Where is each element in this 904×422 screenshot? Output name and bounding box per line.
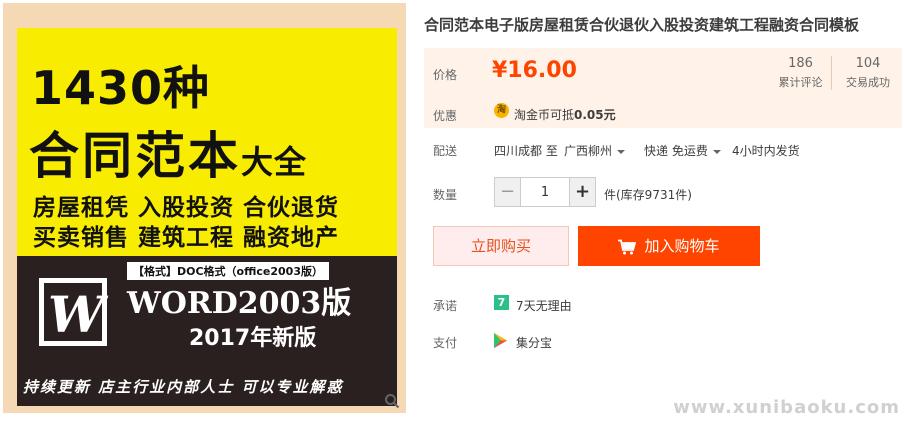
reviews-count: 186 <box>788 56 813 71</box>
product-poster: 1430种 合同范本大全 房屋租凭 入股投资 合伙退货 买卖销售 建筑工程 融资… <box>17 28 397 406</box>
payment-label: 支付 <box>433 336 458 350</box>
chevron-down-icon <box>617 149 626 154</box>
poster-main-title: 合同范本大全 <box>29 116 307 188</box>
promo-label: 优惠 <box>433 109 458 123</box>
sales-label: 交易成功 <box>846 76 890 89</box>
quantity-input[interactable] <box>522 178 568 206</box>
promo-amount: 0.05元 <box>574 108 616 122</box>
poster-edition: 2017年新版 <box>189 326 317 351</box>
destination-value: 广西柳州 <box>564 144 613 158</box>
word-logo-icon: W <box>39 278 107 346</box>
promise-text[interactable]: 7天无理由 <box>516 297 572 314</box>
sales-count: 104 <box>855 56 881 71</box>
poster-footer-slogan: 持续更新 店主行业内部人士 可以专业解惑 <box>23 378 344 396</box>
poster-count-title: 1430种 <box>31 61 211 115</box>
jifenbao-icon <box>494 333 507 348</box>
increase-quantity-button[interactable]: + <box>569 178 595 206</box>
sales-stat: 104 交易成功 <box>840 56 896 90</box>
seven-day-return-icon: 7 <box>494 295 509 310</box>
shipping-origin: 四川成都 至 <box>494 144 558 158</box>
shipping-method-value: 快递 免运费 <box>644 144 708 158</box>
decrease-quantity-button[interactable]: − <box>495 178 521 206</box>
promise-label: 承诺 <box>433 299 458 313</box>
poster-word-title: WORD2003版 <box>127 286 352 321</box>
quantity-stepper: − + <box>494 177 596 207</box>
shipping-method-dropdown[interactable]: 快递 免运费 <box>644 142 721 159</box>
reviews-stat[interactable]: 186 累计评论 <box>776 56 832 90</box>
stock-info: 件(库存9731件) <box>604 188 692 202</box>
poster-category-line-2: 买卖销售 建筑工程 融资地产 <box>33 225 340 251</box>
reviews-label: 累计评论 <box>778 76 823 89</box>
destination-dropdown[interactable]: 广西柳州 <box>564 142 626 159</box>
poster-category-line-1: 房屋租凭 入股投资 合伙退货 <box>33 195 340 221</box>
product-title: 合同范本电子版房屋租赁合伙退伙入股投资建筑工程融资合同模板 <box>424 16 860 34</box>
price-box: 价格 ¥16.00 186 累计评论 104 交易成功 优惠 淘 淘金币可抵0.… <box>424 48 902 128</box>
quantity-label: 数量 <box>433 188 458 202</box>
chevron-down-icon <box>712 149 721 154</box>
poster-main-title-suffix: 大全 <box>241 143 308 181</box>
payment-text: 集分宝 <box>516 336 553 350</box>
shipping-time: 4小时内发货 <box>732 144 800 158</box>
price-label: 价格 <box>433 68 458 82</box>
buy-now-button[interactable]: 立即购买 <box>433 226 569 266</box>
product-image-frame[interactable]: 1430种 合同范本大全 房屋租凭 入股投资 合伙退货 买卖销售 建筑工程 融资… <box>3 3 406 413</box>
search-icon[interactable] <box>384 393 400 409</box>
poster-main-title-text: 合同范本 <box>29 127 241 185</box>
promo-text-prefix: 淘金币可抵 <box>514 108 575 122</box>
site-watermark: www.xunibaoku.com <box>673 397 900 418</box>
add-to-cart-label: 加入购物车 <box>644 237 720 255</box>
cart-icon <box>618 239 637 254</box>
add-to-cart-button[interactable]: 加入购物车 <box>578 226 760 266</box>
price-value: ¥16.00 <box>492 58 577 83</box>
word-logo-letter: W <box>48 285 105 344</box>
promo-text: 淘金币可抵0.05元 <box>514 106 616 123</box>
taobao-coin-icon: 淘 <box>494 103 509 118</box>
shipping-label: 配送 <box>433 144 458 158</box>
